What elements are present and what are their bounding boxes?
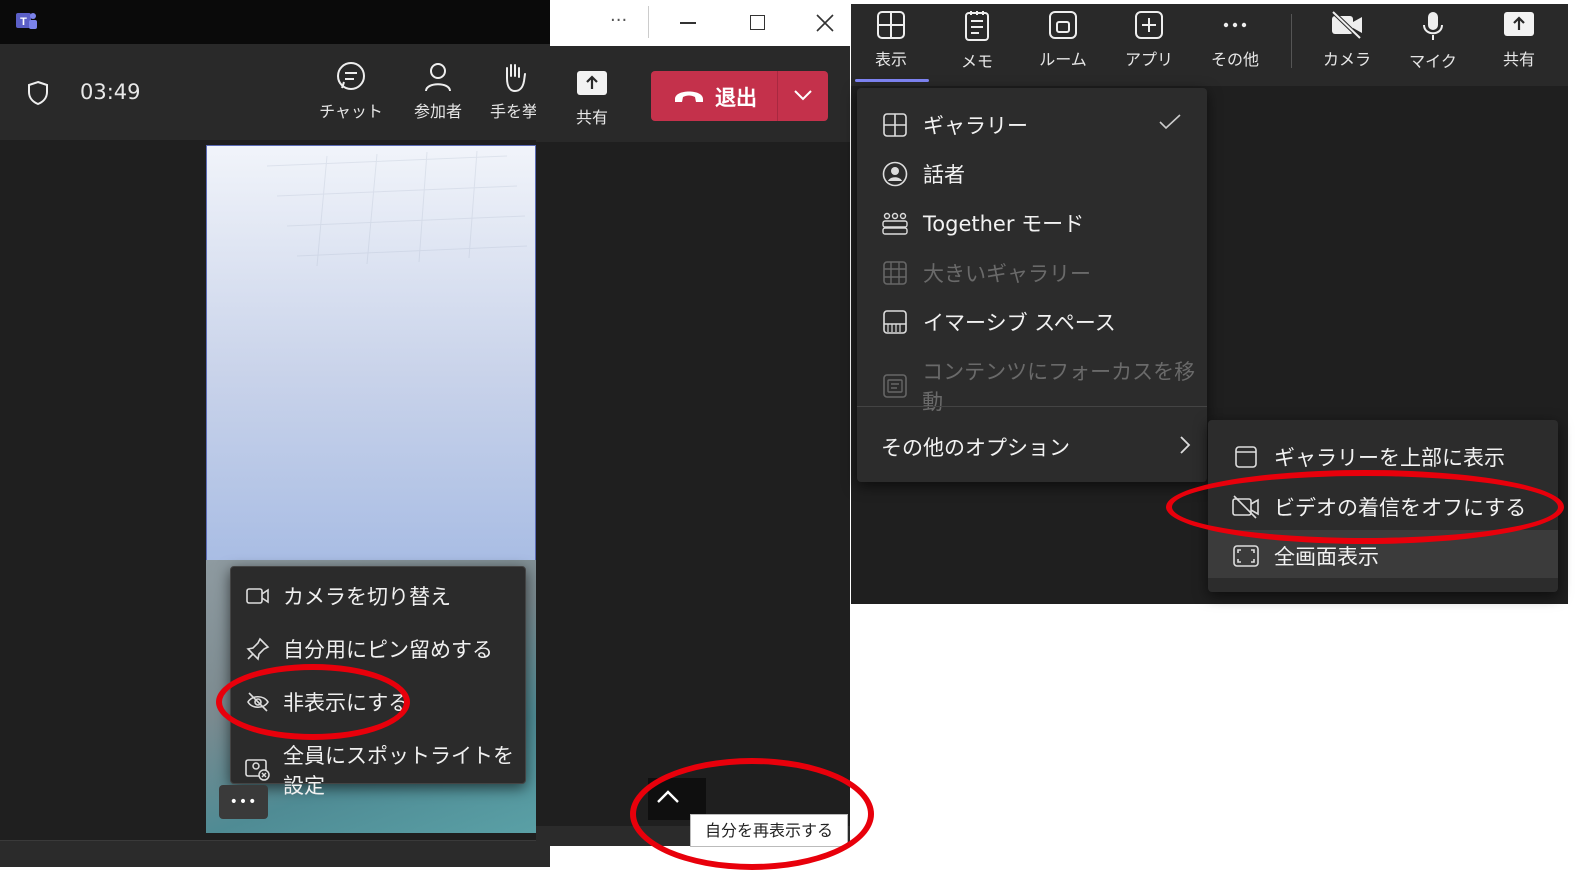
menu-item-together[interactable]: Together モード [881, 208, 1084, 238]
pin-icon [245, 636, 271, 662]
immersive-label: イマーシブ スペース [923, 311, 1116, 335]
switch-camera-item[interactable]: カメラを切り替え [245, 581, 451, 611]
checkmark-icon [1159, 114, 1181, 130]
mic-icon [1418, 10, 1448, 42]
view-menu: ギャラリー 話者 Together モード 大きいギャラリー イマーシブ スペー… [857, 88, 1207, 482]
annotation-circle-video-off [1166, 470, 1564, 544]
more-label: その他 [1210, 50, 1259, 69]
toolbar-divider [1291, 14, 1292, 68]
notes-icon [962, 10, 992, 42]
participants-label: 参加者 [413, 102, 462, 121]
together-label: Together モード [923, 212, 1085, 236]
focus-content-label: コンテンツにフォーカスを移動 [922, 360, 1196, 414]
more-button[interactable]: その他 [1195, 10, 1275, 70]
raise-hand-icon [497, 60, 531, 94]
fullscreen-item[interactable]: 全画面表示 [1232, 541, 1379, 571]
more-options-item[interactable]: その他のオプション [881, 432, 1070, 462]
camera-icon [245, 583, 271, 609]
speaker-icon [881, 160, 909, 188]
more-options-button[interactable]: ••• [219, 785, 268, 819]
chevron-down-icon[interactable] [793, 89, 813, 101]
mic-label: マイク [1409, 52, 1457, 71]
rooms-button[interactable]: ルーム [1023, 10, 1103, 70]
gallery-top-label: ギャラリーを上部に表示 [1274, 446, 1505, 470]
gallery-icon [881, 111, 909, 139]
together-icon [881, 209, 909, 237]
teams-logo-icon: T [12, 10, 38, 32]
menu-item-gallery[interactable]: ギャラリー [881, 110, 1028, 140]
view-label: 表示 [874, 50, 907, 69]
title-divider [648, 6, 649, 38]
large-gallery-label: 大きいギャラリー [923, 262, 1091, 286]
hangup-icon [673, 87, 705, 105]
switch-camera-label: カメラを切り替え [283, 585, 451, 609]
camera-button[interactable]: カメラ [1307, 10, 1387, 70]
speaker-label: 話者 [923, 163, 965, 187]
gallery-top-icon [1232, 443, 1260, 471]
annotation-circle-show-self [630, 758, 874, 870]
svg-text:T: T [20, 16, 27, 28]
menu-divider [857, 406, 1207, 407]
share-button[interactable]: 共有 [566, 70, 618, 128]
immersive-icon [881, 308, 909, 336]
mic-button[interactable]: マイク [1393, 10, 1473, 72]
menu-item-speaker[interactable]: 話者 [881, 159, 965, 189]
pin-for-me-item[interactable]: 自分用にピン留めする [245, 634, 493, 664]
annotation-circle-hide [216, 664, 410, 740]
view-button[interactable]: 表示 [851, 10, 931, 70]
leave-button[interactable]: 退出 [651, 71, 828, 121]
maximize-icon[interactable] [750, 15, 765, 30]
menu-item-large-gallery: 大きいギャラリー [881, 258, 1091, 288]
self-video-tile[interactable] [206, 145, 536, 561]
participants-button[interactable]: 参加者 [403, 60, 473, 122]
chat-button[interactable]: チャット [316, 60, 386, 122]
rooms-icon [1048, 10, 1078, 40]
chat-icon [334, 60, 368, 94]
left-bottom-bar [0, 840, 550, 867]
people-icon [421, 60, 455, 94]
share-icon [1503, 10, 1535, 40]
spotlight-icon [245, 757, 271, 783]
leave-divider [777, 71, 778, 121]
share-label: 共有 [575, 108, 608, 127]
chat-label: チャット [319, 102, 383, 121]
share-button-right[interactable]: 共有 [1479, 10, 1559, 70]
rooms-label: ルーム [1039, 50, 1087, 69]
chevron-right-icon [1179, 435, 1191, 455]
fullscreen-label: 全画面表示 [1274, 545, 1379, 569]
share-icon [576, 70, 608, 98]
camera-off-icon [1330, 10, 1364, 40]
menu-item-immersive[interactable]: イマーシブ スペース [881, 307, 1116, 337]
close-icon[interactable] [816, 14, 834, 32]
focus-icon [881, 372, 908, 400]
share-label-right: 共有 [1502, 50, 1535, 69]
window-title-bar: ··· [550, 0, 850, 46]
notes-label: メモ [960, 52, 993, 71]
gallery-label: ギャラリー [923, 114, 1028, 138]
fullscreen-icon [1232, 542, 1260, 570]
gallery-top-item[interactable]: ギャラリーを上部に表示 [1232, 442, 1505, 472]
notes-button[interactable]: メモ [937, 10, 1017, 72]
active-tab-indicator [855, 79, 929, 82]
menu-item-focus-content: コンテンツにフォーカスを移動 [881, 356, 1207, 416]
leave-label: 退出 [715, 86, 757, 110]
apps-icon [1134, 10, 1164, 40]
minimize-icon[interactable] [680, 22, 696, 24]
pin-for-me-label: 自分用にピン留めする [283, 638, 493, 662]
large-gallery-icon [881, 259, 909, 287]
shield-icon[interactable] [26, 80, 50, 106]
middle-meeting-stage [536, 46, 850, 846]
apps-label: アプリ [1124, 50, 1173, 69]
spotlight-item[interactable]: 全員にスポットライトを設定 [245, 740, 525, 800]
grid-icon [876, 10, 906, 40]
more-icon [1220, 10, 1250, 40]
window-more-icon[interactable]: ··· [610, 10, 627, 31]
camera-label: カメラ [1322, 50, 1371, 69]
spotlight-label: 全員にスポットライトを設定 [283, 744, 514, 798]
left-title-bar: T [0, 0, 550, 44]
meeting-timer: 03:49 [80, 80, 141, 104]
apps-button[interactable]: アプリ [1109, 10, 1189, 70]
